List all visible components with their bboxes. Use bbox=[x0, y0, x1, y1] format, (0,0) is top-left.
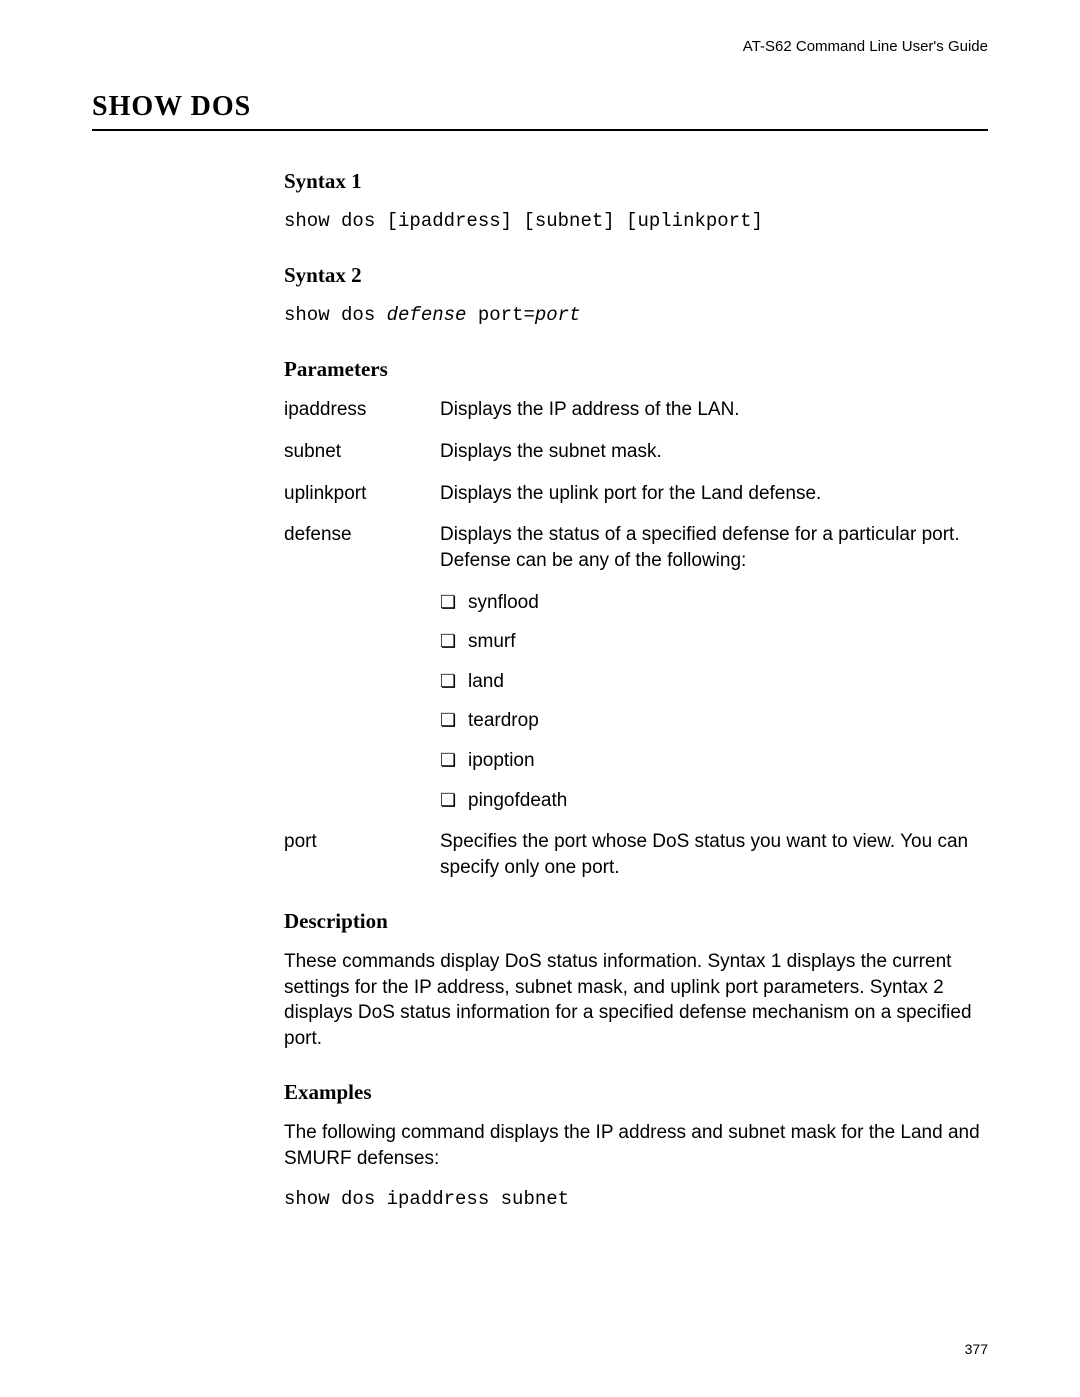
syntax2-line: show dos defense port=port bbox=[284, 303, 988, 329]
bullet-icon: ❏ bbox=[440, 788, 468, 812]
param-term: port bbox=[284, 829, 440, 880]
defense-option-label: smurf bbox=[468, 629, 516, 655]
param-row-ipaddress: ipaddress Displays the IP address of the… bbox=[284, 397, 988, 423]
param-term: defense bbox=[284, 522, 440, 573]
defense-option-label: teardrop bbox=[468, 708, 539, 734]
param-row-subnet: subnet Displays the subnet mask. bbox=[284, 439, 988, 465]
description-heading: Description bbox=[284, 907, 988, 935]
param-term: subnet bbox=[284, 439, 440, 465]
bullet-icon: ❏ bbox=[440, 708, 468, 732]
syntax2-prefix: show dos bbox=[284, 304, 387, 326]
param-desc: Displays the IP address of the LAN. bbox=[440, 397, 988, 423]
list-item: ❏ land bbox=[440, 669, 988, 695]
syntax2-port: port bbox=[535, 304, 581, 326]
param-desc: Displays the subnet mask. bbox=[440, 439, 988, 465]
syntax1-heading: Syntax 1 bbox=[284, 167, 988, 195]
header-guide-title: AT-S62 Command Line User's Guide bbox=[92, 38, 988, 55]
content-body: Syntax 1 show dos [ipaddress] [subnet] [… bbox=[284, 167, 988, 1213]
param-term: uplinkport bbox=[284, 481, 440, 507]
list-item: ❏ pingofdeath bbox=[440, 788, 988, 814]
list-item: ❏ teardrop bbox=[440, 708, 988, 734]
page-number: 377 bbox=[965, 1341, 988, 1357]
defense-option-label: land bbox=[468, 669, 504, 695]
param-desc: Displays the uplink port for the Land de… bbox=[440, 481, 988, 507]
bullet-icon: ❏ bbox=[440, 748, 468, 772]
examples-command: show dos ipaddress subnet bbox=[284, 1187, 988, 1213]
list-item: ❏ ipoption bbox=[440, 748, 988, 774]
param-desc: Specifies the port whose DoS status you … bbox=[440, 829, 988, 880]
list-item: ❏ synflood bbox=[440, 590, 988, 616]
syntax2-defense: defense bbox=[387, 304, 467, 326]
param-row-uplinkport: uplinkport Displays the uplink port for … bbox=[284, 481, 988, 507]
param-row-defense: defense Displays the status of a specifi… bbox=[284, 522, 988, 573]
param-term: ipaddress bbox=[284, 397, 440, 423]
defense-option-label: ipoption bbox=[468, 748, 535, 774]
examples-intro: The following command displays the IP ad… bbox=[284, 1120, 988, 1171]
description-text: These commands display DoS status inform… bbox=[284, 949, 988, 1052]
list-item: ❏ smurf bbox=[440, 629, 988, 655]
bullet-icon: ❏ bbox=[440, 669, 468, 693]
defense-option-list: ❏ synflood ❏ smurf ❏ land ❏ teardrop ❏ i… bbox=[440, 590, 988, 814]
bullet-icon: ❏ bbox=[440, 590, 468, 614]
param-row-port: port Specifies the port whose DoS status… bbox=[284, 829, 988, 880]
page-title: SHOW DOS bbox=[92, 91, 988, 131]
syntax2-middle: port= bbox=[466, 304, 534, 326]
defense-option-label: pingofdeath bbox=[468, 788, 567, 814]
syntax1-line: show dos [ipaddress] [subnet] [uplinkpor… bbox=[284, 209, 988, 235]
bullet-icon: ❏ bbox=[440, 629, 468, 653]
defense-option-label: synflood bbox=[468, 590, 539, 616]
param-desc: Displays the status of a specified defen… bbox=[440, 522, 988, 573]
parameters-heading: Parameters bbox=[284, 355, 988, 383]
examples-heading: Examples bbox=[284, 1078, 988, 1106]
syntax2-heading: Syntax 2 bbox=[284, 261, 988, 289]
